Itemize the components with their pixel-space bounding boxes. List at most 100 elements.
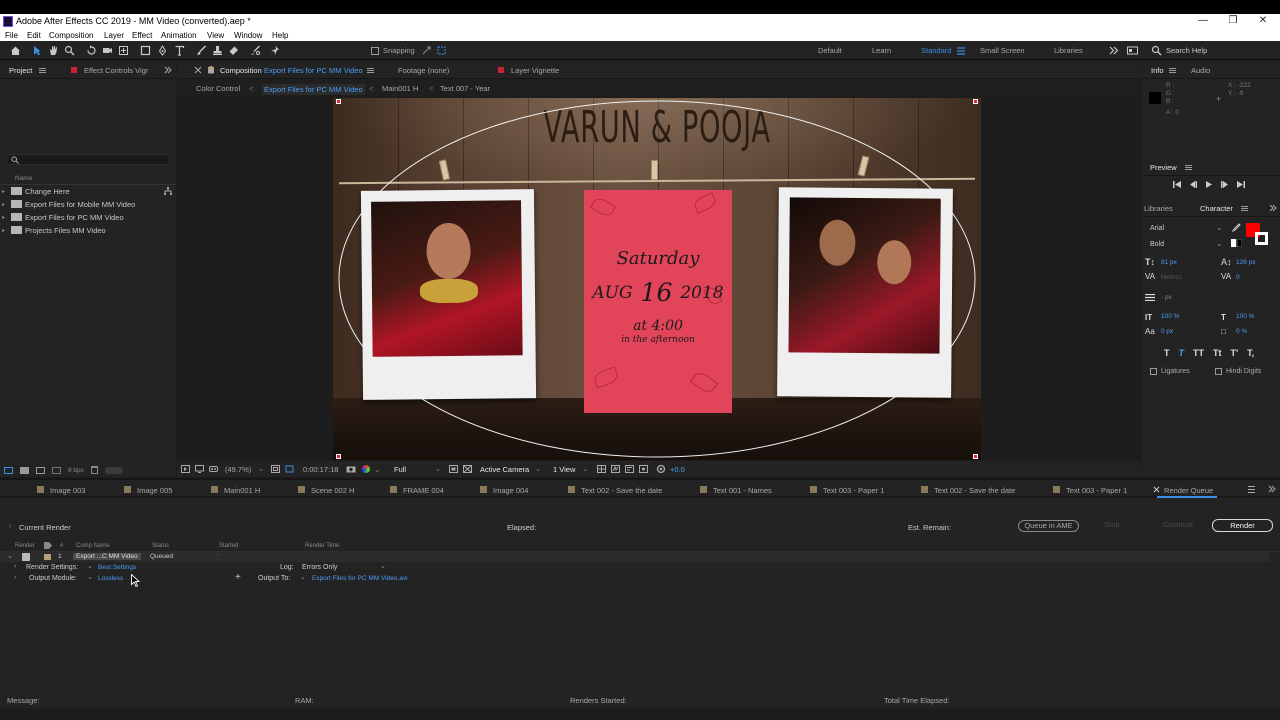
column-status[interactable]: Status — [152, 543, 169, 549]
breadcrumb-item-active[interactable]: Export Files for PC MM Video — [262, 84, 365, 95]
breadcrumb-item[interactable]: Color Control — [196, 84, 240, 93]
disclosure-arrow-icon[interactable]: ▸ — [2, 188, 11, 195]
subscript-button[interactable]: T, — [1247, 348, 1254, 358]
faux-italic-button[interactable]: T — [1179, 348, 1185, 358]
panel-overflow-icon[interactable] — [1269, 204, 1277, 212]
show-channel-icon[interactable] — [362, 465, 370, 473]
black-white-swatches-icon[interactable] — [1231, 239, 1242, 247]
snapping-checkbox[interactable] — [371, 47, 379, 55]
timeline-tab[interactable]: Text 003 - Paper 1 — [1066, 486, 1127, 495]
timeline-tab[interactable]: Image 005 — [137, 486, 172, 495]
brush-tool-icon[interactable] — [196, 45, 207, 56]
tab-render-queue[interactable]: Render Queue — [1164, 486, 1213, 495]
disclosure-arrow-icon[interactable]: ▸ — [2, 227, 11, 234]
vr-goggles-icon[interactable] — [209, 465, 218, 473]
current-time-display[interactable]: 0:00:17:18 — [303, 465, 338, 474]
zoom-tool-icon[interactable] — [64, 45, 75, 56]
workspace-default[interactable]: Default — [818, 46, 842, 55]
panel-close-icon[interactable] — [194, 66, 202, 74]
zoom-dropdown[interactable]: (49.7%) — [225, 465, 251, 474]
menu-window[interactable]: Window — [234, 31, 262, 40]
leading-value[interactable]: 126 px — [1236, 259, 1256, 266]
render-queue-close-icon[interactable] — [1153, 486, 1160, 493]
item-comp-name[interactable]: Export ...C MM Video — [73, 553, 141, 560]
column-render[interactable]: Render — [15, 543, 35, 549]
superscript-button[interactable]: T' — [1231, 348, 1239, 358]
clone-stamp-tool-icon[interactable] — [212, 45, 223, 56]
font-style-chevron-icon[interactable]: ⌄ — [1216, 239, 1223, 248]
interpret-footage-icon[interactable] — [4, 466, 13, 474]
region-of-interest-icon[interactable] — [449, 465, 458, 473]
play-icon[interactable] — [1205, 181, 1213, 188]
add-output-module-icon[interactable]: + — [235, 572, 241, 583]
tab-effect-controls[interactable]: Effect Controls Vigr — [84, 66, 148, 75]
timeline-tab[interactable]: Scene 002 H — [311, 486, 354, 495]
composition-canvas[interactable]: VARUN & POOJA Saturday AUG 16 2018 at 4:… — [333, 98, 981, 460]
resolution-chevron-icon[interactable]: ⌄ — [435, 464, 441, 473]
maximize-icon[interactable]: ❐ — [1226, 15, 1240, 28]
hindi-digits-checkbox[interactable] — [1215, 368, 1222, 375]
item-label-color[interactable] — [44, 554, 51, 560]
last-frame-icon[interactable] — [1237, 181, 1245, 188]
render-queue-item-row[interactable]: ⌄ 1 Export ...C MM Video Queued - - — [0, 552, 1270, 562]
menu-layer[interactable]: Layer — [104, 31, 124, 40]
log-dropdown[interactable]: Errors Only — [302, 564, 337, 571]
font-family-chevron-icon[interactable]: ⌄ — [1216, 223, 1223, 232]
horizontal-scale-value[interactable]: 100 % — [1236, 313, 1254, 320]
font-size-value[interactable]: 81 px — [1161, 259, 1177, 266]
tab-project[interactable]: Project — [9, 66, 32, 75]
layer-handle-bottom-right[interactable] — [973, 454, 978, 459]
menu-help[interactable]: Help — [272, 31, 288, 40]
timeline-tab[interactable]: Text 001 - Names — [713, 486, 772, 495]
timeline-tab[interactable]: Text 002 - Save the date — [934, 486, 1015, 495]
column-number[interactable]: # — [60, 543, 63, 549]
hand-tool-icon[interactable] — [48, 45, 59, 56]
breadcrumb-item[interactable]: Text 007 - Year — [440, 84, 490, 93]
tab-composition-prefix[interactable]: Composition — [220, 66, 262, 75]
preview-menu-icon[interactable] — [1185, 165, 1192, 170]
character-menu-icon[interactable] — [1241, 206, 1248, 211]
project-item[interactable]: ▸ Projects Files MM Video — [2, 224, 176, 236]
column-started[interactable]: Started — [219, 543, 238, 549]
rectangle-tool-icon[interactable] — [140, 45, 151, 56]
snap-edge-icon[interactable] — [421, 45, 432, 56]
view-layout-dropdown[interactable]: 1 View — [553, 465, 575, 474]
column-render-time[interactable]: Render Time — [305, 543, 339, 549]
timeline-icon[interactable] — [625, 465, 634, 473]
workspace-learn[interactable]: Learn — [872, 46, 891, 55]
camera-view-chevron-icon[interactable]: ⌄ — [535, 464, 541, 473]
timeline-tab[interactable]: Main001 H — [224, 486, 260, 495]
vignette-mask-path[interactable] — [333, 98, 981, 460]
composition-menu-icon[interactable] — [367, 68, 374, 73]
column-comp-name[interactable]: Comp Name — [76, 543, 110, 549]
type-tool-icon[interactable] — [174, 45, 185, 56]
queue-in-ame-button[interactable]: Queue in AME — [1018, 520, 1079, 532]
font-style-dropdown[interactable]: Bold — [1150, 241, 1164, 248]
puppet-pin-tool-icon[interactable] — [270, 45, 281, 56]
faux-bold-button[interactable]: T — [1164, 348, 1170, 358]
bit-depth-label[interactable]: 8 bpc — [68, 467, 84, 474]
log-chevron-icon[interactable]: ⌄ — [380, 562, 386, 570]
project-search-field[interactable] — [6, 154, 170, 165]
camera-view-dropdown[interactable]: Active Camera — [480, 465, 529, 474]
resolution-dropdown[interactable]: Full — [394, 465, 406, 474]
render-checkbox[interactable] — [22, 553, 30, 561]
first-frame-icon[interactable] — [1173, 181, 1181, 188]
project-item[interactable]: ▸ Export Files for PC MM Video — [2, 211, 176, 223]
menu-file[interactable]: File — [5, 31, 18, 40]
render-button[interactable]: Render — [1212, 519, 1273, 532]
search-icon[interactable] — [1151, 45, 1162, 56]
output-module-link[interactable]: Lossless — [98, 575, 123, 582]
transparency-grid-icon[interactable] — [463, 465, 472, 473]
breadcrumb-item[interactable]: Main001 H — [382, 84, 418, 93]
tab-info[interactable]: Info — [1151, 66, 1164, 75]
project-menu-icon[interactable] — [39, 68, 46, 73]
menu-animation[interactable]: Animation — [161, 31, 197, 40]
project-scroll-handle[interactable] — [104, 466, 123, 474]
channel-chevron-icon[interactable]: ⌄ — [374, 465, 380, 474]
mask-visibility-icon[interactable] — [285, 465, 294, 473]
small-caps-button[interactable]: Tt — [1213, 348, 1222, 358]
current-render-disclosure-icon[interactable]: › — [9, 523, 11, 530]
reset-exposure-icon[interactable] — [656, 464, 666, 474]
timeline-tab[interactable]: Image 003 — [50, 486, 85, 495]
